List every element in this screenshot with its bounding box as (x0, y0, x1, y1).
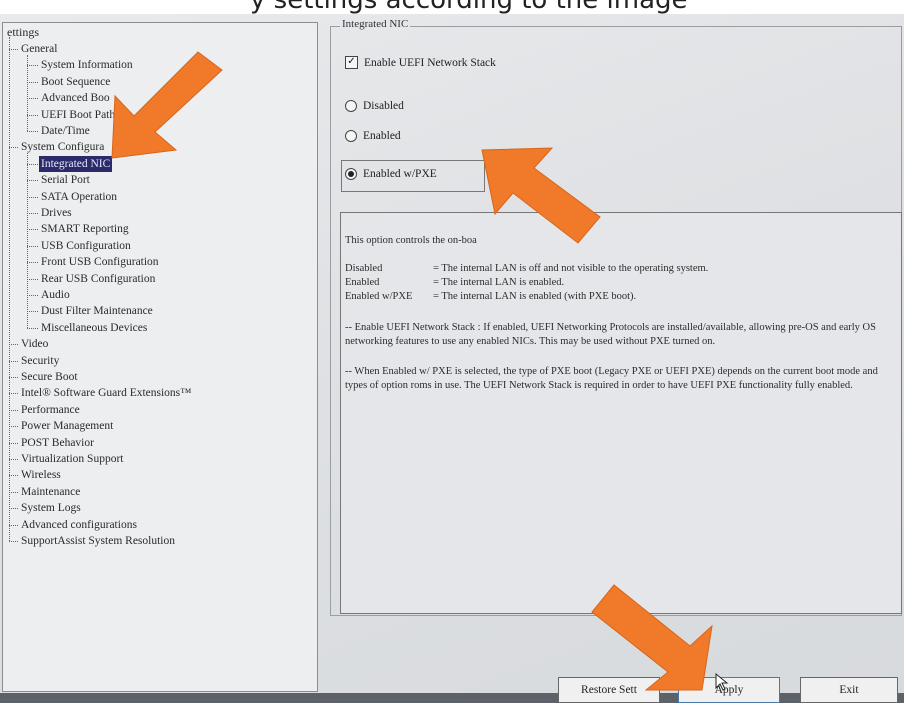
arrow-icon (481, 147, 601, 244)
arrow-icon (591, 584, 713, 691)
arrow-icon (111, 51, 223, 159)
annotation-arrows (111, 51, 729, 691)
mouse-cursor-icon (715, 672, 729, 691)
